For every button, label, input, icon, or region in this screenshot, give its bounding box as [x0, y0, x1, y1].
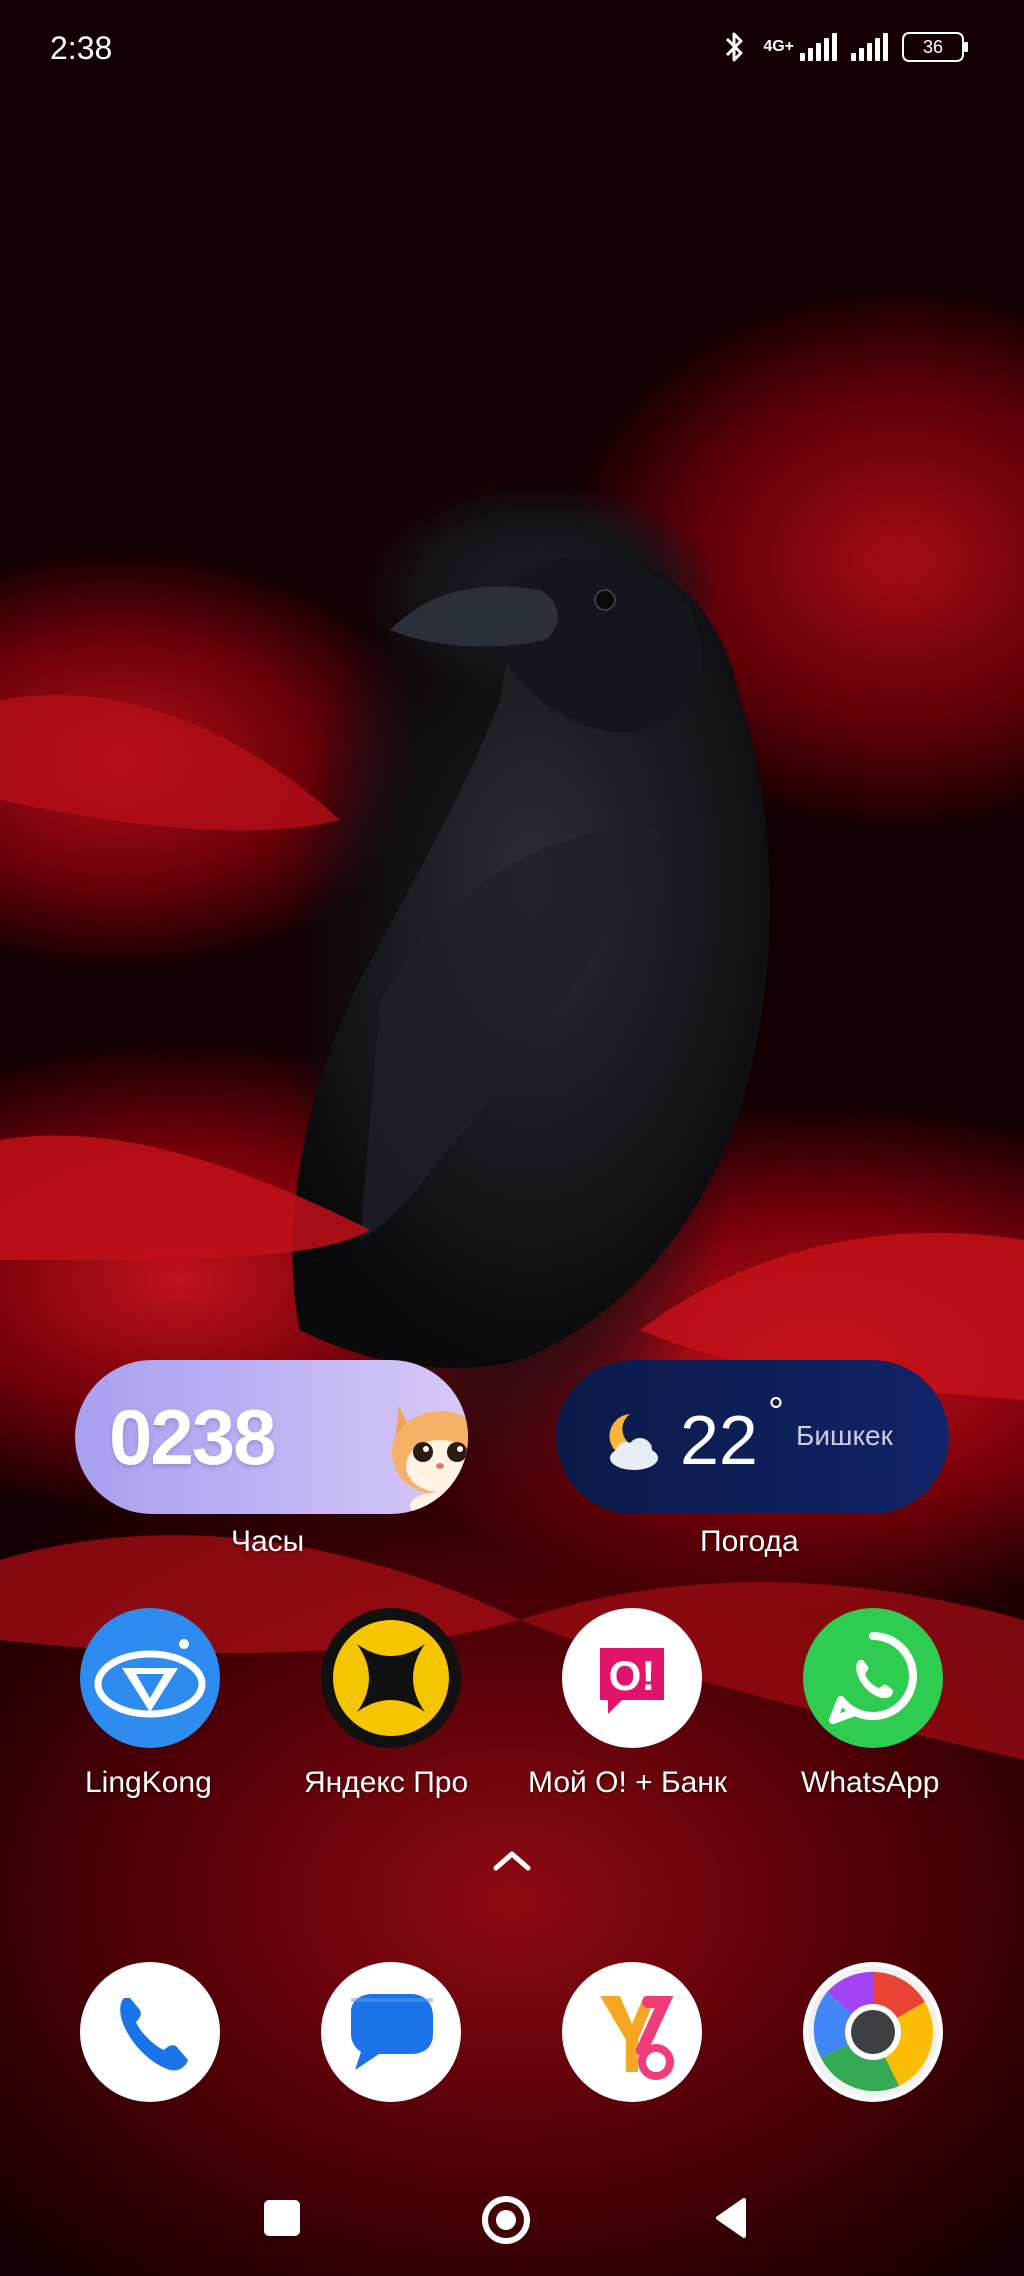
weather-city: Бишкек: [796, 1420, 893, 1451]
recents-button[interactable]: [264, 2200, 300, 2236]
yandex-icon: [600, 1996, 674, 2080]
status-bar: 2:38 4G+ 36: [0, 0, 1024, 100]
network-type: 4G+: [763, 38, 794, 55]
phone-icon: [120, 1998, 188, 2071]
weather-temperature: 22: [680, 1401, 758, 1479]
app-moy-o[interactable]: O!: [562, 1608, 702, 1748]
crow-illustration: [0, 555, 1024, 1760]
battery-level: 36: [922, 36, 944, 57]
signal-strength-2-icon: [851, 33, 888, 61]
signal-strength-icon: [800, 33, 837, 61]
moy-o-icon: O!: [600, 1648, 664, 1714]
app-whatsapp[interactable]: [803, 1608, 943, 1748]
clock-widget-label: Часы: [231, 1525, 305, 1558]
weather-degree-symbol: °: [768, 1390, 784, 1434]
bluetooth-icon: [726, 32, 743, 62]
lingkong-icon: [94, 1639, 206, 1718]
chevron-up-icon[interactable]: [490, 1846, 534, 1874]
dock-phone[interactable]: [80, 1962, 220, 2102]
app-label-yandex-pro: Яндекс Про: [304, 1766, 469, 1799]
messages-icon: [351, 1994, 433, 2070]
status-time: 2:38: [50, 30, 113, 66]
svg-text:O!: O!: [609, 1652, 656, 1699]
wallpaper: [0, 0, 1024, 2276]
clock-widget[interactable]: 0238: [75, 1360, 468, 1514]
chrome-icon: [807, 1966, 939, 2098]
weather-widget[interactable]: 22 ° Бишкек: [556, 1360, 949, 1514]
home-button[interactable]: [480, 2194, 532, 2246]
app-label-moy-o: Мой О! + Банк: [528, 1766, 728, 1799]
app-label-whatsapp: WhatsApp: [801, 1766, 940, 1799]
back-button[interactable]: [712, 2196, 748, 2240]
clock-widget-time: 0238: [109, 1393, 277, 1481]
app-lingkong[interactable]: [80, 1608, 220, 1748]
app-yandex-pro[interactable]: [321, 1608, 461, 1748]
app-label-lingkong: LingKong: [85, 1766, 212, 1799]
cat-icon: [392, 1406, 468, 1514]
status-icons: 4G+ 36: [719, 30, 968, 64]
dock-yandex[interactable]: [562, 1962, 702, 2102]
battery-icon: 36: [902, 32, 968, 62]
yandex-pro-icon: [333, 1620, 449, 1736]
dock-chrome[interactable]: [803, 1962, 943, 2102]
whatsapp-icon: [829, 1632, 917, 1724]
partly-cloudy-night-icon: [609, 1414, 658, 1470]
weather-widget-label: Погода: [700, 1525, 799, 1558]
navigation-bar: [0, 2160, 1024, 2276]
dock-messages[interactable]: [321, 1962, 461, 2102]
